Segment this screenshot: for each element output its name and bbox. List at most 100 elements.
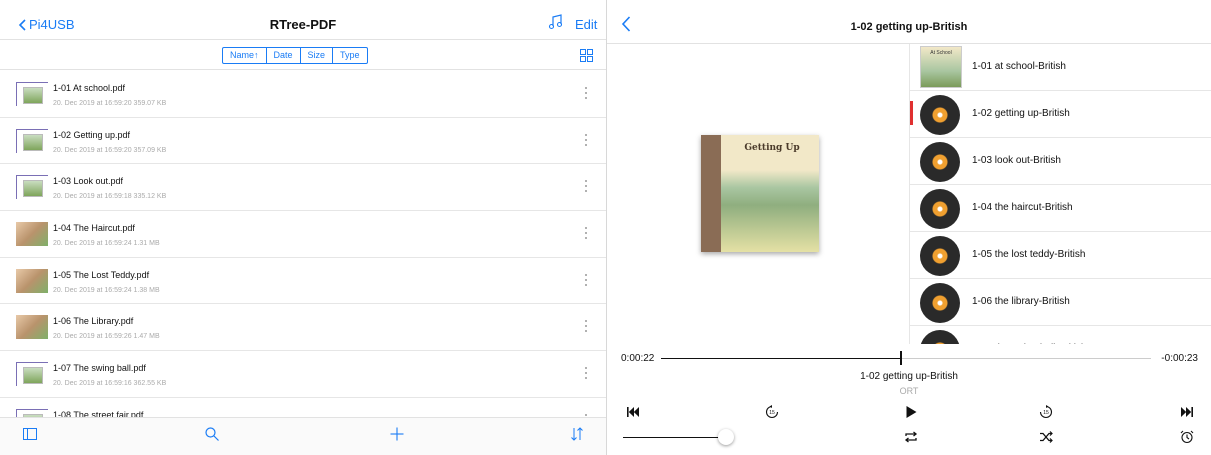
player-pane: 1-02 getting up-British Getting Up At Sc… <box>607 0 1211 455</box>
more-options-icon[interactable] <box>585 273 588 288</box>
add-icon[interactable] <box>390 427 404 441</box>
sort-bar: Name↑ Date Size Type <box>0 41 606 70</box>
queue-item[interactable]: 1-05 the lost teddy-British <box>910 232 1211 279</box>
thumbnail-image <box>23 87 43 104</box>
file-browser-pane: Pi4USB RTree-PDF Edit Name↑ Date Size Ty… <box>0 0 606 455</box>
sidebar-toggle-icon[interactable] <box>23 427 37 441</box>
file-meta: 20. Dec 2019 at 16:59:26 1.47 MB <box>53 333 160 341</box>
file-name: 1-06 The Library.pdf <box>53 316 134 327</box>
sort-by-type-button[interactable]: Type <box>333 48 367 63</box>
search-icon[interactable] <box>205 427 219 441</box>
file-thumbnail <box>16 268 48 293</box>
thumbnail-image <box>23 180 43 198</box>
file-row[interactable]: 1-05 The Lost Teddy.pdf 20. Dec 2019 at 1… <box>0 258 606 305</box>
file-name: 1-08 The street fair.pdf <box>53 409 144 417</box>
queue-item[interactable]: 1-04 the haircut-British <box>910 185 1211 232</box>
file-meta: 20. Dec 2019 at 16:59:18 335.12 KB <box>53 193 167 201</box>
grid-view-icon[interactable] <box>580 49 593 62</box>
file-row[interactable]: 1-06 The Library.pdf 20. Dec 2019 at 16:5… <box>0 304 606 352</box>
queue-item-label: 1-01 at school-British <box>972 61 1066 72</box>
file-meta: 20. Dec 2019 at 16:59:20 357.09 KB <box>53 146 167 154</box>
queue-item[interactable]: 1-02 getting up-British <box>910 91 1211 138</box>
more-options-icon[interactable] <box>585 87 588 101</box>
file-thumbnail <box>16 315 48 340</box>
file-row[interactable]: 1-03 Look out.pdf 20. Dec 2019 at 16:59:1… <box>0 164 606 212</box>
file-row[interactable]: 1-08 The street fair.pdf <box>0 398 606 417</box>
file-name: 1-05 The Lost Teddy.pdf <box>53 269 150 280</box>
music-note-icon[interactable] <box>548 14 562 30</box>
skip-forward-15-icon[interactable]: 15 <box>1039 405 1053 419</box>
file-row[interactable]: 1-04 The Haircut.pdf 20. Dec 2019 at 16:5… <box>0 211 606 258</box>
queue-item[interactable]: 1-03 look out-British <box>910 138 1211 185</box>
cover-title: Getting Up <box>744 143 800 153</box>
queue-item[interactable]: At School 1-01 at school-British <box>910 44 1211 91</box>
repeat-icon[interactable] <box>904 430 918 444</box>
queue-item-label: 1-04 the haircut-British <box>972 202 1073 213</box>
vinyl-disc-icon <box>920 330 960 344</box>
scrubber-fill <box>661 358 902 359</box>
file-meta: 20. Dec 2019 at 16:59:24 1.31 MB <box>53 240 160 248</box>
queue-item-label: 1-03 look out-British <box>972 155 1061 166</box>
volume-handle[interactable] <box>717 429 734 445</box>
file-thumbnail <box>16 362 48 387</box>
more-options-icon[interactable] <box>585 227 588 241</box>
album-cover: Getting Up <box>701 135 819 252</box>
file-row[interactable]: 1-02 Getting up.pdf 20. Dec 2019 at 16:59… <box>0 118 606 165</box>
remaining-time: -0:00:23 <box>1161 353 1198 364</box>
player-title: 1-02 getting up-British <box>850 21 968 33</box>
more-options-icon[interactable] <box>585 180 588 194</box>
edit-button[interactable]: Edit <box>575 17 597 32</box>
vinyl-disc-icon <box>920 283 960 323</box>
file-name: 1-01 At school.pdf <box>53 83 126 93</box>
sort-by-size-button[interactable]: Size <box>301 48 334 63</box>
scrubber-handle[interactable] <box>900 351 903 365</box>
elapsed-time: 0:00:22 <box>621 353 655 364</box>
previous-track-icon[interactable] <box>626 405 640 419</box>
shuffle-icon[interactable] <box>1039 430 1053 444</box>
next-track-icon[interactable] <box>1180 405 1194 419</box>
now-playing-title: 1-02 getting up-British <box>860 371 958 382</box>
file-list: 1-01 At school.pdf 20. Dec 2019 at 16:59:… <box>0 71 606 417</box>
file-name: 1-03 Look out.pdf <box>53 176 124 187</box>
sort-by-name-button[interactable]: Name↑ <box>223 48 267 63</box>
now-playing-subtitle: ORT <box>899 386 919 396</box>
sort-by-date-button[interactable]: Date <box>267 48 301 63</box>
file-name: 1-02 Getting up.pdf <box>53 129 131 140</box>
queue-item-label: 1-06 the library-British <box>972 296 1070 307</box>
cover-spine <box>701 135 721 252</box>
vinyl-disc-icon <box>920 142 960 182</box>
svg-text:15: 15 <box>769 410 775 416</box>
more-options-icon[interactable] <box>585 133 588 148</box>
queue-item[interactable]: 1-06 the library-British <box>910 279 1211 326</box>
queue-cover-art: At School <box>920 46 962 88</box>
file-thumbnail <box>16 82 48 106</box>
alarm-clock-icon[interactable] <box>1180 430 1194 444</box>
thumbnail-image <box>23 133 43 151</box>
now-playing-indicator <box>910 101 913 125</box>
vinyl-disc-icon <box>920 236 960 276</box>
page-title: RTree-PDF <box>269 17 337 32</box>
sort-segmented-control: Name↑ Date Size Type <box>222 47 368 64</box>
queue-item[interactable]: 1-07 the swing ball-British <box>910 326 1211 344</box>
queue-item-label: 1-05 the lost teddy-British <box>972 249 1086 260</box>
file-thumbnail <box>16 222 48 247</box>
file-name: 1-04 The Haircut.pdf <box>53 223 135 234</box>
more-options-icon[interactable] <box>585 320 588 334</box>
file-meta: 20. Dec 2019 at 16:59:16 362.55 KB <box>53 380 167 388</box>
skip-back-15-icon[interactable]: 15 <box>765 405 779 419</box>
play-icon[interactable] <box>904 405 918 419</box>
file-row[interactable]: 1-01 At school.pdf 20. Dec 2019 at 16:59:… <box>0 71 606 118</box>
more-options-icon[interactable] <box>585 367 588 381</box>
file-browser-nav: Pi4USB RTree-PDF Edit <box>0 0 606 40</box>
file-meta: 20. Dec 2019 at 16:59:20 359.07 KB <box>53 100 167 107</box>
svg-text:15: 15 <box>1043 410 1049 416</box>
file-row[interactable]: 1-07 The swing ball.pdf 20. Dec 2019 at 1… <box>0 351 606 398</box>
volume-track[interactable] <box>623 437 731 438</box>
app-root: Pi4USB RTree-PDF Edit Name↑ Date Size Ty… <box>0 0 1211 455</box>
sort-order-icon[interactable] <box>570 427 584 441</box>
queue-item-label: 1-02 getting up-British <box>972 108 1070 119</box>
file-thumbnail <box>16 175 48 200</box>
queue-item-label: 1-07 the swing ball-British <box>972 343 1087 344</box>
vinyl-disc-icon <box>920 189 960 229</box>
player-nav: 1-02 getting up-British <box>607 0 1211 44</box>
